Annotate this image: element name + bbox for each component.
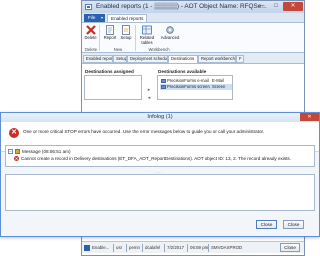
status-form-name: Enable... (92, 245, 110, 250)
setup-icon (122, 25, 130, 35)
tab-deployment-schedule[interactable]: Deployment schedule (127, 55, 168, 63)
windows-icon (84, 245, 90, 251)
destinations-assigned-label: Destinations assigned (85, 69, 134, 74)
status-user: dcalafel (145, 245, 161, 250)
tab-report-workbench[interactable]: Report workbench (198, 55, 236, 63)
status-divider (142, 244, 143, 252)
delete-x-icon (85, 25, 96, 35)
delete-button[interactable]: Delete (84, 25, 97, 47)
email-destination-icon (161, 79, 166, 83)
destination-type: Screen (212, 84, 226, 89)
status-bar: Enable... usr pemn dcalafel 7/2/2017 06:… (82, 241, 304, 253)
status-partition: pemn (129, 245, 140, 250)
related-tables-icon (142, 25, 152, 35)
infolog-header-message: One or more critical STOP errors have oc… (23, 129, 265, 134)
destinations-available-list[interactable]: PrecisionForms e-mail E-Mail PrecisionFo… (157, 75, 233, 100)
message-folder-icon (15, 149, 20, 155)
ribbon-group-new: New (113, 47, 123, 52)
destination-name: PrecisionForms screen (167, 84, 210, 89)
infolog-close-button[interactable]: Close (256, 220, 277, 229)
window-title: Enabled reports (1 - ▒▒▒▒▒) - AOT Object… (96, 3, 267, 10)
status-divider (164, 244, 165, 252)
ribbon-group-divider (99, 25, 100, 51)
collapse-toggle-icon[interactable]: − (8, 149, 13, 155)
status-server: SMVDAXPROD (211, 245, 243, 250)
ribbon-group-divider (135, 25, 136, 51)
infolog-title: Infolog (1) (147, 114, 173, 120)
status-divider (126, 244, 127, 252)
tab-more[interactable]: F (236, 55, 244, 63)
setup-button[interactable]: Setup (119, 25, 133, 47)
screen-destination-icon (161, 85, 166, 89)
list-item-selected[interactable]: PrecisionForms screen Screen (160, 84, 232, 90)
status-company[interactable]: usr (116, 245, 122, 250)
message-detail-pane (5, 174, 315, 211)
infolog-close-x-button[interactable]: ✕ (300, 113, 319, 121)
status-date: 7/2/2017 (167, 245, 185, 250)
related-tables-button[interactable]: Related tables (137, 25, 157, 47)
infolog-close-secondary-button[interactable]: Close (283, 220, 304, 229)
report-button[interactable]: Report (102, 25, 118, 47)
tab-destinations[interactable]: Destinations (168, 55, 198, 63)
infolog-dialog: Infolog (1) ✕ ✕ One or more critical STO… (0, 112, 320, 237)
message-node-label: Message (08:56:51 am) (22, 149, 71, 154)
stop-error-icon: ✕ (9, 128, 19, 138)
error-message-text: Cannot create a record in Delivery desti… (21, 156, 291, 161)
related-tables-label: Related tables (139, 35, 155, 45)
setup-button-label: Setup (120, 35, 132, 40)
move-buttons: ▸ ◂ (144, 86, 154, 102)
report-button-label: Report (103, 35, 117, 40)
form-tab-strip: Enabled reports Setup Deployment schedul… (82, 54, 304, 63)
status-time: 06:59 pm (190, 245, 209, 250)
window-titlebar[interactable]: Enabled reports (1 - ▒▒▒▒▒) - AOT Object… (82, 1, 304, 13)
error-stop-icon: ✕ (14, 156, 19, 162)
destinations-assigned-list[interactable] (84, 75, 142, 100)
maximize-button[interactable]: □ (269, 2, 283, 11)
app-window-icon (85, 4, 92, 10)
tab-setup[interactable]: Setup (113, 55, 127, 63)
status-divider (113, 244, 114, 252)
advanced-gear-icon (166, 26, 174, 34)
ribbon-group-workbench: Workbench (148, 47, 170, 52)
ribbon-tab-enabled-reports[interactable]: Enabled reports (107, 14, 147, 22)
message-tree[interactable]: − Message (08:56:51 am) ✕ Cannot create a … (5, 145, 315, 167)
tree-node-error[interactable]: ✕ Cannot create a record in Delivery dest… (14, 155, 291, 162)
close-form-button[interactable]: Close (280, 243, 300, 252)
ribbon: Delete Report Setup Related tables Advan… (82, 22, 304, 53)
delete-button-label: Delete (84, 35, 97, 40)
add-arrow-button[interactable]: ▸ (144, 86, 154, 94)
minimize-button[interactable]: — (254, 2, 269, 11)
window-close-button[interactable]: ✕ (283, 2, 303, 11)
infolog-titlebar[interactable]: Infolog (1) ✕ (1, 113, 319, 122)
report-icon (106, 25, 114, 35)
remove-arrow-button[interactable]: ◂ (144, 94, 154, 102)
tree-node-message[interactable]: − Message (08:56:51 am) (8, 148, 71, 155)
tab-enabled-reports[interactable]: Enabled reports (83, 55, 113, 63)
destinations-available-label: Destinations available (158, 69, 207, 74)
ribbon-tab-strip: File Enabled reports (82, 13, 304, 22)
file-menu-tab[interactable]: File (84, 14, 105, 22)
advanced-button-label: Advanced (160, 35, 180, 40)
status-divider (208, 244, 209, 252)
advanced-button[interactable]: Advanced (159, 25, 181, 47)
ribbon-group-delete: Delete (84, 47, 98, 52)
status-divider (187, 244, 188, 252)
